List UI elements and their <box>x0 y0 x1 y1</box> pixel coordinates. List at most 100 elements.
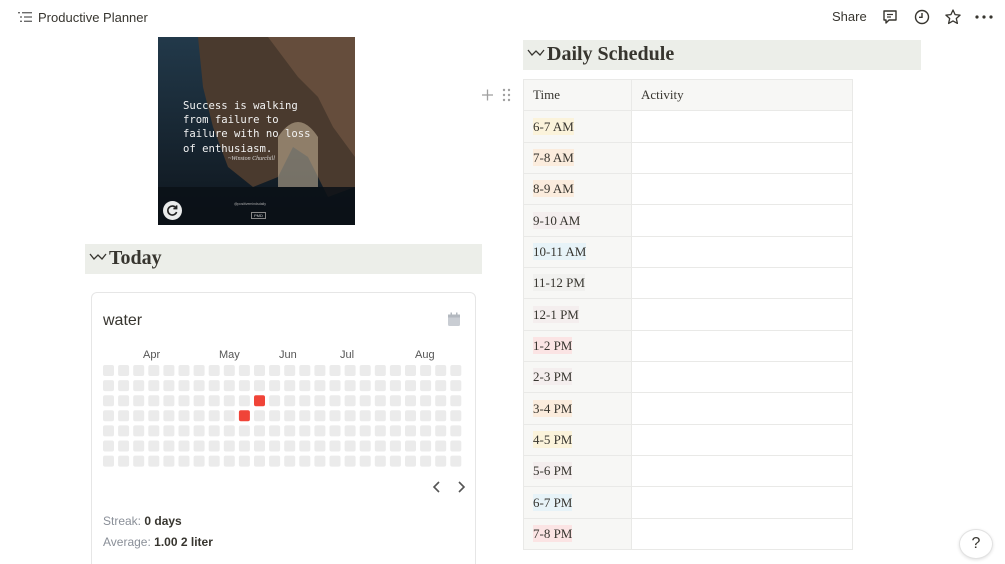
help-button[interactable]: ? <box>959 529 993 559</box>
heatmap-cell[interactable] <box>329 380 341 392</box>
heatmap-cell[interactable] <box>420 455 432 467</box>
heatmap-cell[interactable] <box>223 440 235 452</box>
heatmap-cell[interactable] <box>133 455 145 467</box>
time-cell[interactable]: 9-10 AM <box>523 204 632 237</box>
time-cell[interactable]: 4-5 PM <box>523 423 632 457</box>
heatmap-cell[interactable] <box>344 440 356 452</box>
time-cell[interactable]: 1-2 PM <box>523 329 632 363</box>
heatmap-cell[interactable] <box>374 410 386 422</box>
heatmap-cell[interactable] <box>148 395 160 407</box>
heatmap-cell[interactable] <box>389 425 401 437</box>
heatmap-cell[interactable] <box>359 455 371 467</box>
activity-cell[interactable] <box>631 329 853 363</box>
heatmap-cell[interactable] <box>238 395 250 407</box>
block-add-drag-handle[interactable] <box>481 87 513 103</box>
heatmap-cell[interactable] <box>133 365 145 376</box>
heatmap-cell[interactable] <box>420 440 432 452</box>
heatmap-cell[interactable] <box>193 380 205 392</box>
heatmap-cell[interactable] <box>435 380 447 392</box>
heatmap-cell[interactable] <box>269 410 281 422</box>
share-button[interactable]: Share <box>832 9 867 24</box>
heatmap-cell[interactable] <box>269 380 281 392</box>
heatmap-cell[interactable] <box>178 455 190 467</box>
toggle-chevron-icon[interactable] <box>89 252 107 262</box>
heatmap-cell[interactable] <box>148 410 160 422</box>
heatmap-cell[interactable] <box>118 425 130 437</box>
heatmap-cell[interactable] <box>314 365 326 376</box>
heatmap-cell[interactable] <box>269 425 281 437</box>
heatmap-cell[interactable] <box>118 455 130 467</box>
heatmap-cell[interactable] <box>254 410 265 422</box>
column-header-activity[interactable]: Activity <box>631 78 853 112</box>
heatmap-cell[interactable] <box>314 395 326 407</box>
heatmap-cell[interactable] <box>450 440 462 452</box>
heatmap-cell[interactable] <box>148 380 160 392</box>
heatmap-cell[interactable] <box>223 395 235 407</box>
heatmap-cell[interactable] <box>238 365 250 376</box>
heatmap-cell[interactable] <box>103 395 114 407</box>
heatmap-cell[interactable] <box>359 425 371 437</box>
heatmap-cell[interactable] <box>148 425 160 437</box>
heatmap-cell[interactable] <box>329 410 341 422</box>
time-cell[interactable]: 7-8 PM <box>523 517 632 551</box>
heatmap-cell[interactable] <box>133 395 145 407</box>
heatmap-cell[interactable] <box>420 425 432 437</box>
heatmap-cell[interactable] <box>450 410 462 422</box>
heatmap-cell[interactable] <box>314 410 326 422</box>
heatmap-cell[interactable] <box>359 380 371 392</box>
heatmap-cell[interactable] <box>118 440 130 452</box>
activity-cell[interactable] <box>631 486 853 519</box>
activity-heatmap[interactable] <box>103 365 464 471</box>
heatmap-cell[interactable] <box>450 395 462 407</box>
heatmap-cell[interactable] <box>314 440 326 452</box>
heatmap-cell[interactable] <box>299 365 311 376</box>
heatmap-cell[interactable] <box>193 425 205 437</box>
heatmap-cell[interactable] <box>148 455 160 467</box>
heatmap-cell[interactable] <box>299 440 311 452</box>
heatmap-cell[interactable] <box>269 440 281 452</box>
heatmap-cell[interactable] <box>359 410 371 422</box>
heatmap-cell[interactable] <box>435 455 447 467</box>
heatmap-cell[interactable] <box>133 440 145 452</box>
heatmap-cell[interactable] <box>163 365 175 376</box>
heatmap-cell[interactable] <box>435 440 447 452</box>
heatmap-cell[interactable] <box>389 380 401 392</box>
heatmap-cell[interactable] <box>299 425 311 437</box>
heatmap-cell[interactable] <box>193 365 205 376</box>
heatmap-cell[interactable] <box>435 395 447 407</box>
heatmap-cell[interactable] <box>193 440 205 452</box>
heatmap-cell[interactable] <box>254 425 265 437</box>
time-cell[interactable]: 12-1 PM <box>523 298 632 331</box>
activity-cell[interactable] <box>631 235 853 269</box>
heatmap-cell[interactable] <box>208 395 220 407</box>
heatmap-cell[interactable] <box>254 395 265 407</box>
heatmap-cell[interactable] <box>118 380 130 392</box>
heatmap-cell[interactable] <box>389 440 401 452</box>
heatmap-cell[interactable] <box>405 380 416 392</box>
heatmap-cell[interactable] <box>299 395 311 407</box>
heatmap-cell[interactable] <box>133 425 145 437</box>
time-cell[interactable]: 2-3 PM <box>523 361 632 394</box>
heatmap-cell[interactable] <box>435 365 447 376</box>
activity-cell[interactable] <box>631 298 853 331</box>
calendar-icon[interactable] <box>447 312 461 327</box>
heatmap-cell[interactable] <box>344 425 356 437</box>
heatmap-cell[interactable] <box>148 440 160 452</box>
heatmap-cell[interactable] <box>163 380 175 392</box>
heatmap-cell[interactable] <box>284 425 296 437</box>
heatmap-cell[interactable] <box>238 425 250 437</box>
heatmap-cell[interactable] <box>254 455 265 467</box>
more-icon[interactable] <box>973 8 995 26</box>
heatmap-cell[interactable] <box>329 395 341 407</box>
heatmap-cell[interactable] <box>208 425 220 437</box>
heatmap-cell[interactable] <box>178 380 190 392</box>
heatmap-cell[interactable] <box>405 440 416 452</box>
heatmap-cell[interactable] <box>208 380 220 392</box>
heatmap-cell[interactable] <box>208 455 220 467</box>
heatmap-cell[interactable] <box>103 365 114 376</box>
heatmap-cell[interactable] <box>254 380 265 392</box>
heatmap-cell[interactable] <box>269 455 281 467</box>
heatmap-cell[interactable] <box>103 440 114 452</box>
refresh-button[interactable] <box>163 201 182 220</box>
heatmap-cell[interactable] <box>329 365 341 376</box>
